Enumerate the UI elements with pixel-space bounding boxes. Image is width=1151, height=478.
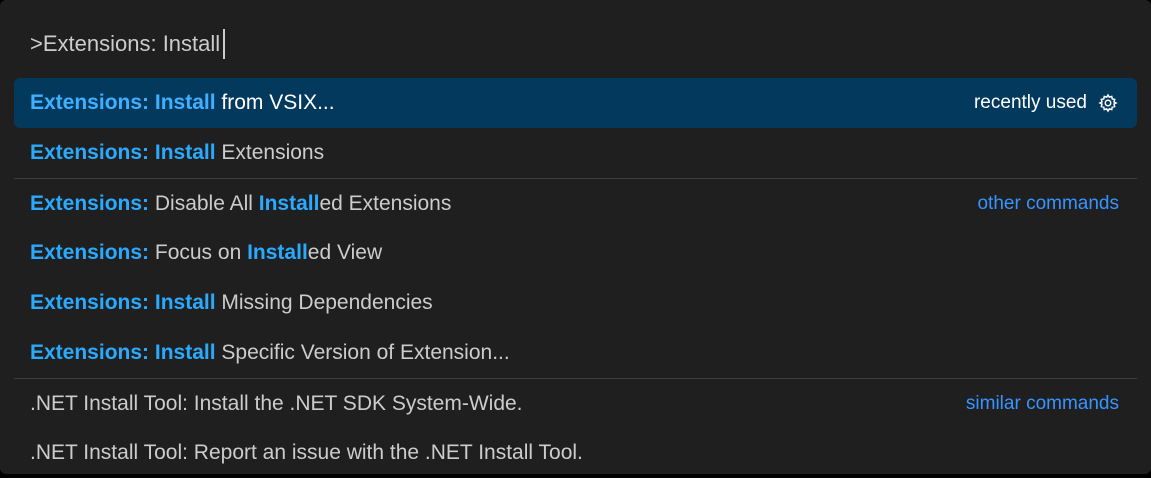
command-label-part: Disable All xyxy=(149,191,259,215)
command-item-right: similar commands xyxy=(966,393,1119,415)
command-item-right: recently used xyxy=(974,92,1119,114)
group-label-similar-commands: similar commands xyxy=(965,392,1119,414)
gear-icon[interactable] xyxy=(1097,92,1119,114)
match-highlight: Extensions: Install xyxy=(30,141,216,164)
command-input[interactable]: >Extensions: Install xyxy=(14,14,1137,74)
recently-used-label: recently used xyxy=(973,92,1087,113)
command-item-install-specific-version[interactable]: Extensions: Install Specific Version of … xyxy=(14,328,1137,378)
command-label-rest: Extensions xyxy=(215,141,325,164)
command-list: Extensions: Install from VSIX... recentl… xyxy=(14,78,1137,478)
command-label: Extensions: Disable All Installed Extens… xyxy=(30,192,977,216)
command-label-rest: Missing Dependencies xyxy=(215,291,433,314)
command-label-rest: from VSIX... xyxy=(215,91,335,114)
command-item-dotnet-install-sdk[interactable]: .NET Install Tool: Install the .NET SDK … xyxy=(14,378,1137,428)
command-label: .NET Install Tool: Install the .NET SDK … xyxy=(30,391,523,415)
text-cursor xyxy=(223,29,226,59)
match-highlight: Extensions: Install xyxy=(30,341,216,364)
command-item-install-missing-dependencies[interactable]: Extensions: Install Missing Dependencies xyxy=(14,278,1137,328)
match-highlight: Extensions: xyxy=(30,191,150,215)
command-label: Extensions: Install Specific Version of … xyxy=(30,341,1119,365)
command-label-rest: Specific Version of Extension... xyxy=(215,341,510,364)
command-label: Extensions: Install from VSIX... xyxy=(30,91,974,115)
match-highlight: Extensions: Install xyxy=(30,91,216,114)
command-item-install-extensions[interactable]: Extensions: Install Extensions xyxy=(14,128,1137,178)
match-highlight: Install xyxy=(258,191,320,215)
command-label: Extensions: Install Missing Dependencies xyxy=(30,291,1119,315)
command-label-part: Focus on xyxy=(149,241,248,264)
match-highlight: Install xyxy=(247,241,308,264)
command-item-dotnet-report-issue[interactable]: .NET Install Tool: Report an issue with … xyxy=(14,428,1137,478)
command-palette: >Extensions: Install Extensions: Install… xyxy=(0,0,1151,474)
command-item-focus-installed-view[interactable]: Extensions: Focus on Installed View xyxy=(14,228,1137,278)
match-highlight: Extensions: xyxy=(30,241,150,264)
command-item-disable-all-installed[interactable]: Extensions: Disable All Installed Extens… xyxy=(14,178,1137,228)
group-label-other-commands: other commands xyxy=(977,192,1119,214)
command-label-part: ed View xyxy=(307,241,383,264)
command-label: Extensions: Focus on Installed View xyxy=(30,241,1119,265)
command-label: .NET Install Tool: Report an issue with … xyxy=(30,441,583,464)
command-label: Extensions: Install Extensions xyxy=(30,141,1119,165)
command-item-install-from-vsix[interactable]: Extensions: Install from VSIX... recentl… xyxy=(14,78,1137,128)
command-input-value[interactable]: >Extensions: Install xyxy=(30,29,220,59)
match-highlight: Extensions: Install xyxy=(30,291,216,314)
command-label-part: ed Extensions xyxy=(319,191,452,215)
command-item-right: other commands xyxy=(977,193,1119,215)
